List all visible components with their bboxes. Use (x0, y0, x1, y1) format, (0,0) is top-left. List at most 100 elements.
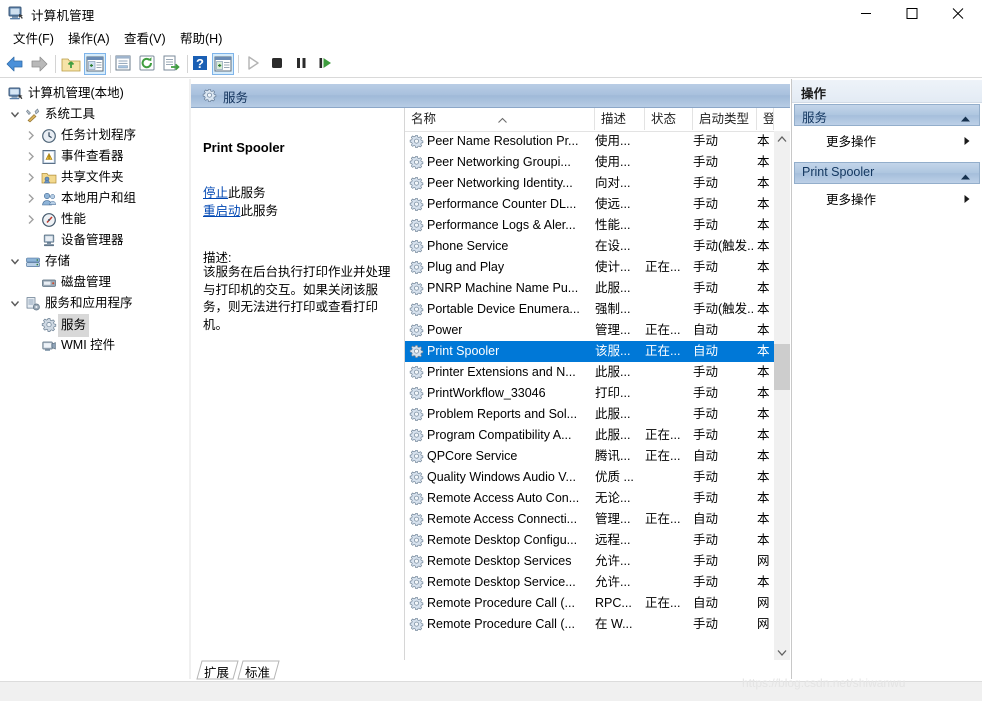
scroll-thumb-vertical[interactable] (774, 344, 790, 390)
show-action-pane-icon[interactable] (212, 53, 234, 75)
back-icon[interactable] (4, 53, 26, 75)
scroll-up-icon[interactable] (774, 131, 790, 148)
close-button[interactable] (935, 0, 981, 27)
chevron-down-icon[interactable] (8, 293, 22, 314)
chevron-right-icon[interactable] (24, 146, 38, 167)
scroll-down-icon[interactable] (774, 644, 790, 660)
cell-service-name: Performance Logs & Aler... (427, 218, 576, 232)
minimize-button[interactable] (843, 0, 889, 27)
toolbar-separator (110, 55, 111, 73)
cell-startup-type: 手动 (693, 218, 719, 232)
menu-view[interactable]: 查看(V) (117, 30, 173, 48)
action-group-title: 服务 (802, 111, 828, 125)
cell-logon-as: 网 (757, 617, 770, 631)
cell-logon-as: 本 (757, 407, 770, 421)
table-row[interactable]: Phone Service 在设... 手动(触发... 本 (405, 236, 774, 257)
tree-item-label: 性能 (61, 212, 87, 226)
pause-service-icon[interactable] (291, 53, 313, 75)
table-row[interactable]: Remote Desktop Configu... 远程... 手动 本 (405, 530, 774, 551)
tools-icon (25, 107, 41, 123)
column-name[interactable]: 名称 (405, 108, 595, 130)
help-icon[interactable]: ? (190, 53, 212, 75)
maximize-button[interactable] (889, 0, 935, 27)
tree-item-label: 计算机管理(本地) (28, 86, 124, 100)
cell-logon-as: 本 (757, 491, 770, 505)
forward-icon[interactable] (28, 53, 50, 75)
tab-label: 标准 (245, 666, 271, 680)
show-tree-pane-icon[interactable] (84, 53, 106, 75)
column-status[interactable]: 状态 (645, 108, 693, 130)
table-row[interactable]: Quality Windows Audio V... 优质 ... 手动 本 (405, 467, 774, 488)
table-row[interactable]: Problem Reports and Sol... 此服... 手动 本 (405, 404, 774, 425)
table-row[interactable]: Remote Desktop Service... 允许... 手动 本 (405, 572, 774, 593)
service-gear-icon (409, 554, 424, 569)
more-actions-print-spooler[interactable]: 更多操作 (794, 186, 980, 209)
chevron-right-icon[interactable] (24, 167, 38, 188)
collapse-up-icon[interactable] (960, 170, 971, 184)
cell-startup-type: 手动 (693, 428, 719, 442)
table-row[interactable]: Performance Counter DL... 使远... 手动 本 (405, 194, 774, 215)
table-row[interactable]: Remote Procedure Call (... RPC... 正在... 自动 网 (405, 593, 774, 614)
service-gear-icon (409, 617, 424, 632)
table-row[interactable]: Peer Name Resolution Pr... 使用... 手动 本 (405, 131, 774, 152)
cell-logon-as: 网 (757, 554, 770, 568)
stop-service-icon[interactable] (267, 53, 289, 75)
chevron-right-icon[interactable] (24, 125, 38, 146)
table-row[interactable]: PNRP Machine Name Pu... 此服... 手动 本 (405, 278, 774, 299)
menu-help[interactable]: 帮助(H) (173, 30, 229, 48)
tree-item-label: 共享文件夹 (61, 170, 124, 184)
column-description[interactable]: 描述 (595, 108, 645, 130)
service-gear-icon (409, 575, 424, 590)
table-row[interactable]: Performance Logs & Aler... 性能... 手动 本 (405, 215, 774, 236)
properties-icon[interactable] (113, 53, 135, 75)
tree-item-label: 设备管理器 (61, 233, 124, 247)
cell-logon-as: 本 (757, 176, 770, 190)
table-row[interactable]: Remote Access Auto Con... 无论... 手动 本 (405, 488, 774, 509)
table-row[interactable]: Power 管理... 正在... 自动 本 (405, 320, 774, 341)
column-startup-type[interactable]: 启动类型 (693, 108, 757, 130)
table-row[interactable]: Plug and Play 使计... 正在... 手动 本 (405, 257, 774, 278)
action-group-print-spooler[interactable]: Print Spooler (794, 162, 980, 184)
table-row[interactable]: Peer Networking Identity... 向对... 手动 本 (405, 173, 774, 194)
cell-status: 正在... (645, 260, 681, 274)
cell-startup-type: 手动 (693, 197, 719, 211)
menu-file[interactable]: 文件(F) (6, 30, 61, 48)
table-row[interactable]: Portable Device Enumera... 强制... 手动(触发... 本 (405, 299, 774, 320)
chevron-down-icon[interactable] (8, 251, 22, 272)
stop-service-link[interactable]: 停止 (203, 186, 228, 200)
table-row[interactable]: Program Compatibility A... 此服... 正在... 手动 本 (405, 425, 774, 446)
restart-service-link[interactable]: 重启动 (203, 204, 241, 218)
menu-action[interactable]: 操作(A) (61, 30, 117, 48)
tab-standard[interactable]: 标准 (232, 660, 280, 680)
cell-description: 腾讯... (595, 449, 631, 463)
chevron-right-icon[interactable] (24, 209, 38, 230)
more-actions-services[interactable]: 更多操作 (794, 128, 980, 151)
action-group-services[interactable]: 服务 (794, 104, 980, 126)
table-row[interactable]: PrintWorkflow_33046 打印... 手动 本 (405, 383, 774, 404)
column-logon-as[interactable]: 登 (757, 108, 774, 130)
table-row[interactable]: Printer Extensions and N... 此服... 手动 本 (405, 362, 774, 383)
chevron-down-icon[interactable] (8, 104, 22, 125)
table-row[interactable]: Remote Access Connecti... 管理... 正在... 自动 本 (405, 509, 774, 530)
refresh-icon[interactable] (137, 53, 159, 75)
cell-service-name: Peer Networking Identity... (427, 176, 573, 190)
up-folder-icon[interactable] (60, 53, 82, 75)
toolbar-separator (238, 55, 239, 73)
computer-management-icon (8, 5, 25, 22)
cell-service-name: PNRP Machine Name Pu... (427, 281, 579, 295)
cell-description: 在 W... (595, 617, 633, 631)
cell-logon-as: 本 (757, 365, 770, 379)
list-vertical-scrollbar[interactable] (774, 131, 790, 660)
cell-startup-type: 手动 (693, 155, 719, 169)
start-service-icon (243, 53, 265, 75)
table-row[interactable]: QPCore Service 腾讯... 正在... 自动 本 (405, 446, 774, 467)
table-row[interactable]: Peer Networking Groupi... 使用... 手动 本 (405, 152, 774, 173)
chevron-right-icon[interactable] (24, 188, 38, 209)
table-row[interactable]: Remote Procedure Call (... 在 W... 手动 网 (405, 614, 774, 635)
export-list-icon[interactable] (161, 53, 183, 75)
collapse-up-icon[interactable] (960, 112, 971, 126)
cell-logon-as: 网 (757, 596, 770, 610)
restart-service-icon[interactable] (315, 53, 337, 75)
table-row[interactable]: Remote Desktop Services 允许... 手动 网 (405, 551, 774, 572)
table-row[interactable]: Print Spooler 该服... 正在... 自动 本 (405, 341, 774, 362)
